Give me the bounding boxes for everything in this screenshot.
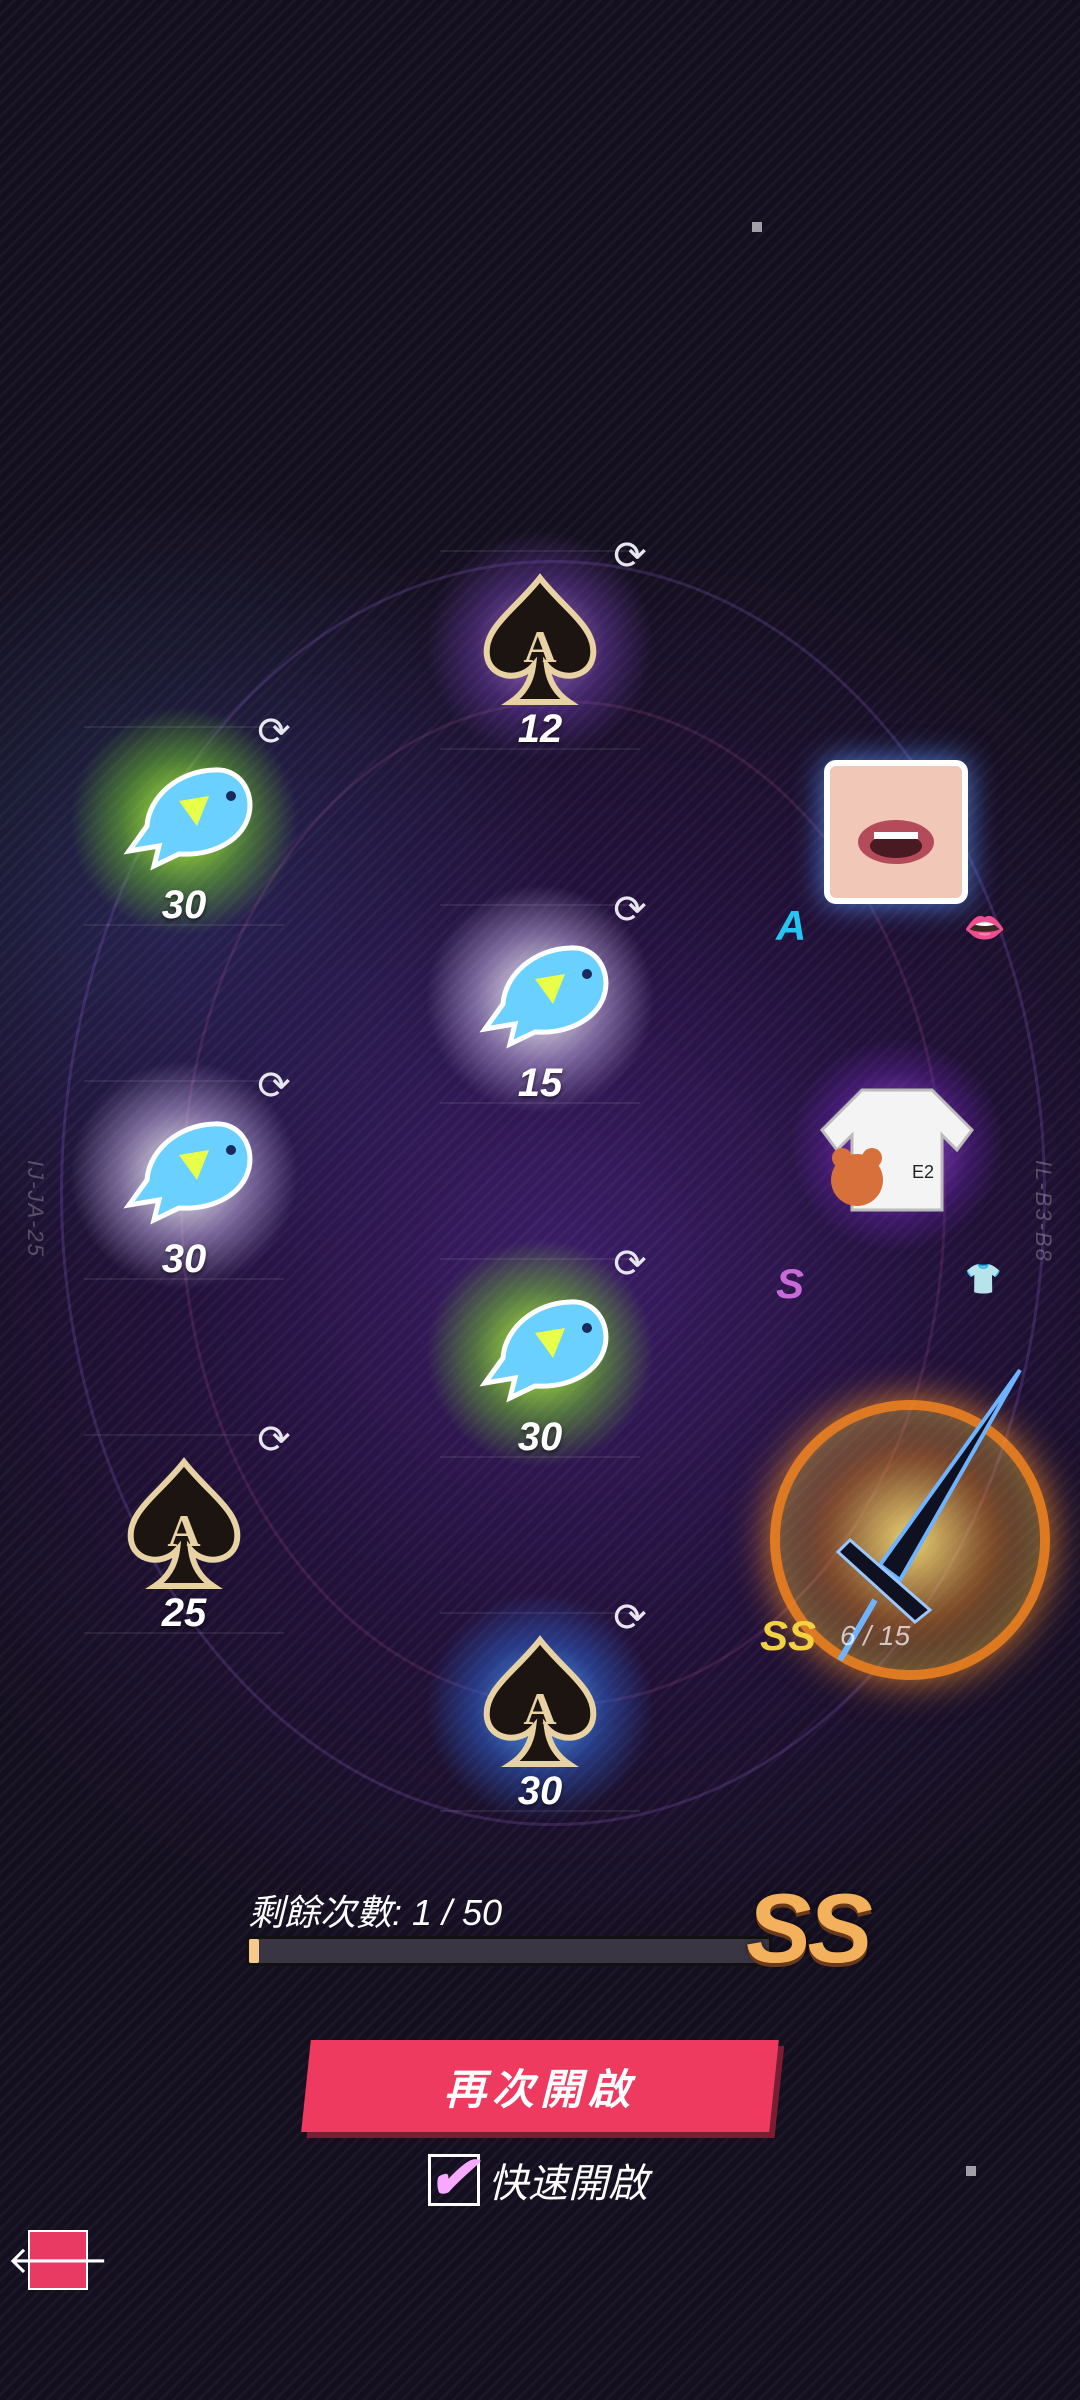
checkmark-icon: ✔ xyxy=(427,2144,478,2211)
rare-reward-a[interactable]: A 👄 xyxy=(772,740,1012,980)
back-arrow-icon: 🡐 xyxy=(7,2240,109,2282)
remaining-progress-fill xyxy=(249,1939,260,1963)
mouth-avatar-image xyxy=(824,760,968,904)
svg-text:A: A xyxy=(523,621,556,672)
remaining-progress-bar xyxy=(246,1936,772,1966)
fish-icon xyxy=(123,767,253,871)
reward-tile[interactable]: 15 ⟳ xyxy=(420,884,660,1124)
fish-icon xyxy=(123,1121,253,1225)
fish-icon xyxy=(479,945,609,1049)
grade-label: A xyxy=(776,902,807,949)
reward-tile[interactable]: 30 ⟳ xyxy=(420,1238,660,1478)
lips-icon: 👄 xyxy=(963,909,1006,947)
remaining-count-label: 剩餘次數: 1 / 50 xyxy=(248,1892,503,1933)
tile-count: 30 xyxy=(517,1769,563,1813)
quick-open-label: 快速開啟 xyxy=(488,2162,648,2206)
tile-count: 15 xyxy=(517,1061,563,1105)
refresh-icon[interactable]: ⟳ xyxy=(254,1066,294,1106)
tile-count: 12 xyxy=(517,707,563,751)
refresh-icon[interactable]: ⟳ xyxy=(254,712,294,752)
tile-count: 30 xyxy=(161,883,207,927)
refresh-icon[interactable]: ⟳ xyxy=(610,536,650,576)
spark xyxy=(752,222,762,232)
side-label-left: IJ-JA-25 xyxy=(23,1160,48,1258)
reward-tile[interactable]: 30 ⟳ xyxy=(64,1060,304,1300)
tile-count: 30 xyxy=(517,1415,563,1459)
svg-text:A: A xyxy=(167,1505,200,1556)
back-button[interactable]: 🡐 xyxy=(7,2230,109,2290)
svg-text:A: A xyxy=(523,1683,556,1734)
refresh-icon[interactable]: ⟳ xyxy=(254,1420,294,1460)
grade-ss-badge: SS xyxy=(746,1873,873,1983)
rare-reward-ss[interactable]: SS 6 / 15 xyxy=(760,1368,1050,1680)
spade-card-icon: A xyxy=(127,1457,241,1590)
shirt-icon: 👕 xyxy=(964,1263,1002,1296)
reward-tile[interactable]: A 30 ⟳ xyxy=(420,1592,660,1832)
refresh-icon[interactable]: ⟳ xyxy=(610,1598,650,1638)
spark xyxy=(966,2166,976,2176)
ss-progress: 6 / 15 xyxy=(840,1620,911,1651)
open-again-label: 再次開啟 xyxy=(443,2065,636,2113)
spade-card-icon: A xyxy=(483,573,597,706)
refresh-icon[interactable]: ⟳ xyxy=(610,890,650,930)
side-label-right: IL-B3-B8 xyxy=(1031,1160,1056,1263)
fish-icon xyxy=(479,1299,609,1403)
hoodie-outfit-image: E2 xyxy=(820,1088,974,1212)
open-again-button[interactable]: 再次開啟 xyxy=(301,2040,779,2132)
tile-count: 30 xyxy=(161,1237,207,1281)
reward-tile[interactable]: 30 ⟳ xyxy=(64,706,304,946)
reward-tile[interactable]: A 12 ⟳ xyxy=(420,530,660,770)
quick-open-toggle[interactable]: ✔ 快速開啟 xyxy=(427,2144,648,2211)
spade-card-icon: A xyxy=(483,1635,597,1768)
rare-reward-s[interactable]: E2 S 👕 xyxy=(772,1030,1012,1307)
quick-open-checkbox[interactable]: ✔ xyxy=(427,2144,480,2211)
grade-label: SS xyxy=(760,1612,817,1659)
svg-text:E2: E2 xyxy=(912,1162,934,1182)
reward-tile[interactable]: A 25 ⟳ xyxy=(64,1414,304,1654)
refresh-icon[interactable]: ⟳ xyxy=(610,1244,650,1284)
tile-count: 25 xyxy=(161,1591,207,1635)
grade-label: S xyxy=(776,1260,805,1307)
